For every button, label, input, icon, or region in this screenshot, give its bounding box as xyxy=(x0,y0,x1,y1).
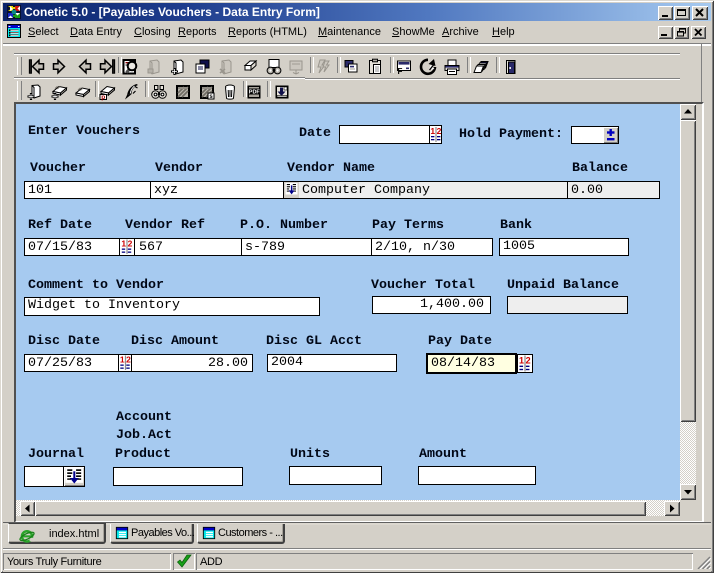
svg-text:s: s xyxy=(209,93,213,100)
svg-text:2: 2 xyxy=(526,356,531,366)
svg-text:p: p xyxy=(101,94,105,101)
svg-text:2: 2 xyxy=(437,126,441,136)
svg-text:1: 1 xyxy=(519,356,524,366)
svg-text:1: 1 xyxy=(430,126,435,136)
svg-text:1: 1 xyxy=(121,239,126,249)
svg-text:1: 1 xyxy=(120,355,125,365)
svg-text:2: 2 xyxy=(128,239,133,249)
svg-text:F: F xyxy=(398,67,403,76)
svg-text:PDF: PDF xyxy=(249,90,261,96)
svg-text:2: 2 xyxy=(126,355,131,365)
